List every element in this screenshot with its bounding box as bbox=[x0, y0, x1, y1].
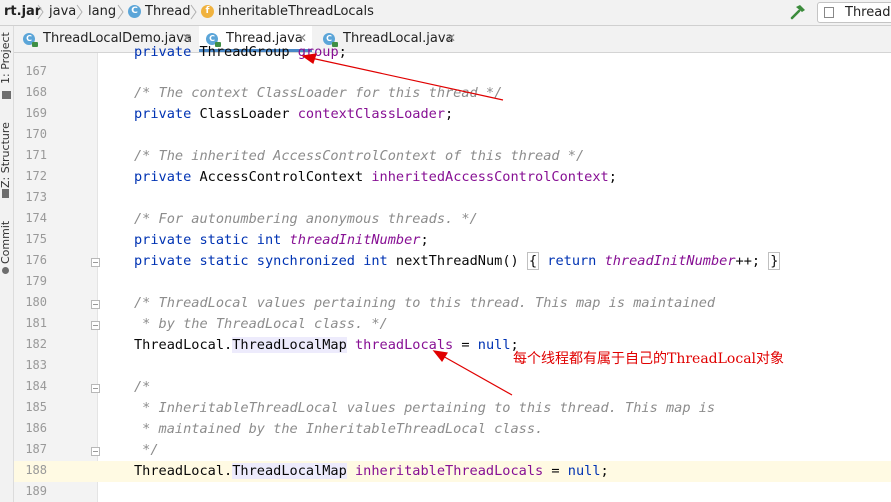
annotation-arrowhead bbox=[301, 53, 317, 64]
annotation-arrow-line bbox=[440, 354, 513, 396]
annotation-arrow-line bbox=[310, 57, 504, 101]
annotation-arrowhead bbox=[432, 350, 448, 363]
annotation-arrows bbox=[301, 53, 513, 396]
